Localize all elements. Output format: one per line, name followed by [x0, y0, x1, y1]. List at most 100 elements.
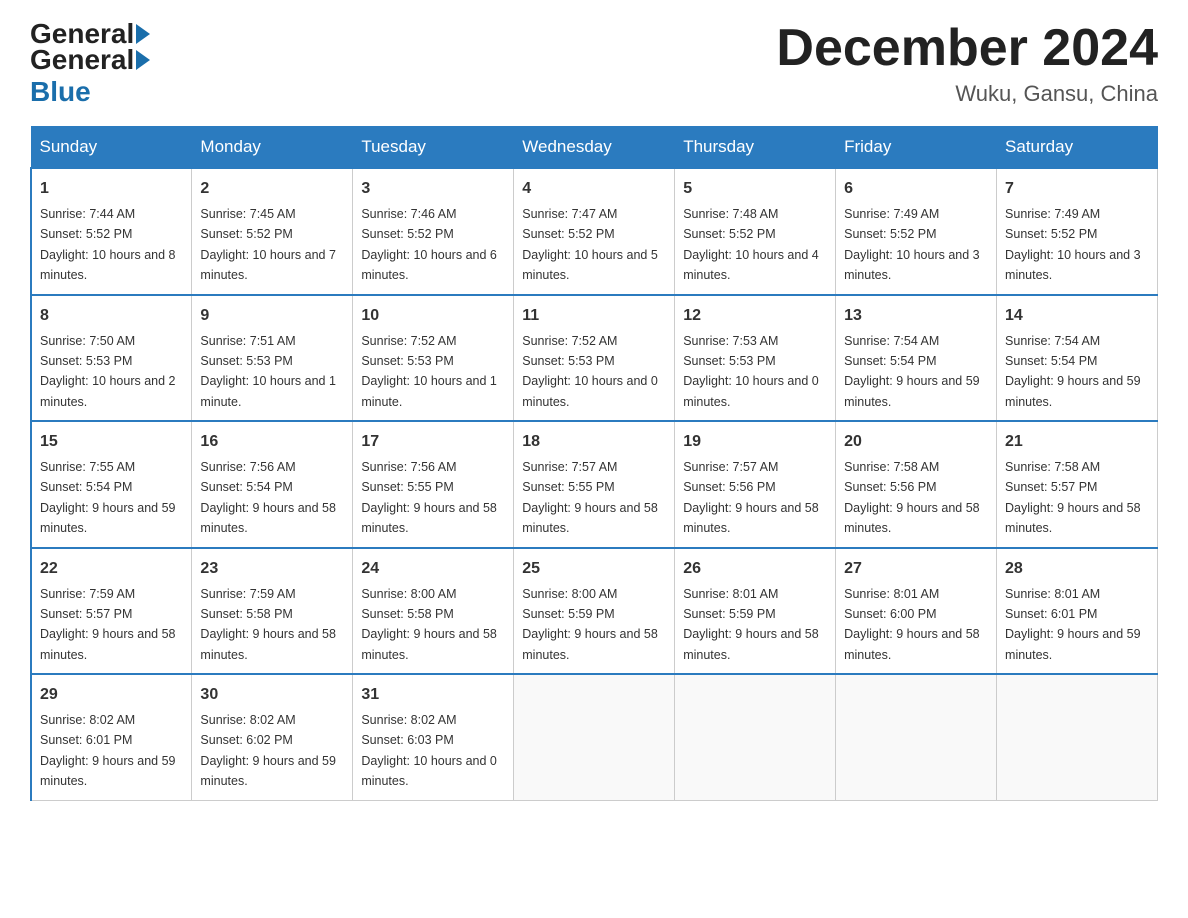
day-info: Sunrise: 7:45 AMSunset: 5:52 PMDaylight:… [200, 207, 336, 282]
day-number: 16 [200, 430, 344, 454]
col-wednesday: Wednesday [514, 127, 675, 169]
table-row: 10 Sunrise: 7:52 AMSunset: 5:53 PMDaylig… [353, 295, 514, 422]
logo-triangle-icon2 [136, 50, 150, 70]
table-row: 15 Sunrise: 7:55 AMSunset: 5:54 PMDaylig… [31, 421, 192, 548]
day-number: 11 [522, 304, 666, 328]
calendar-week-row: 15 Sunrise: 7:55 AMSunset: 5:54 PMDaylig… [31, 421, 1158, 548]
day-number: 12 [683, 304, 827, 328]
day-info: Sunrise: 7:52 AMSunset: 5:53 PMDaylight:… [361, 334, 497, 409]
day-info: Sunrise: 7:58 AMSunset: 5:56 PMDaylight:… [844, 460, 980, 535]
calendar-header-row: Sunday Monday Tuesday Wednesday Thursday… [31, 127, 1158, 169]
col-sunday: Sunday [31, 127, 192, 169]
day-info: Sunrise: 7:59 AMSunset: 5:57 PMDaylight:… [40, 587, 176, 662]
table-row: 16 Sunrise: 7:56 AMSunset: 5:54 PMDaylig… [192, 421, 353, 548]
table-row: 8 Sunrise: 7:50 AMSunset: 5:53 PMDayligh… [31, 295, 192, 422]
table-row: 12 Sunrise: 7:53 AMSunset: 5:53 PMDaylig… [675, 295, 836, 422]
col-tuesday: Tuesday [353, 127, 514, 169]
day-info: Sunrise: 7:57 AMSunset: 5:56 PMDaylight:… [683, 460, 819, 535]
table-row: 19 Sunrise: 7:57 AMSunset: 5:56 PMDaylig… [675, 421, 836, 548]
table-row: 20 Sunrise: 7:58 AMSunset: 5:56 PMDaylig… [836, 421, 997, 548]
table-row: 17 Sunrise: 7:56 AMSunset: 5:55 PMDaylig… [353, 421, 514, 548]
day-number: 6 [844, 177, 988, 201]
day-number: 31 [361, 683, 505, 707]
col-saturday: Saturday [997, 127, 1158, 169]
day-info: Sunrise: 8:01 AMSunset: 5:59 PMDaylight:… [683, 587, 819, 662]
calendar-week-row: 22 Sunrise: 7:59 AMSunset: 5:57 PMDaylig… [31, 548, 1158, 675]
day-number: 8 [40, 304, 183, 328]
day-info: Sunrise: 7:55 AMSunset: 5:54 PMDaylight:… [40, 460, 176, 535]
table-row [514, 674, 675, 800]
table-row: 31 Sunrise: 8:02 AMSunset: 6:03 PMDaylig… [353, 674, 514, 800]
location-title: Wuku, Gansu, China [776, 81, 1158, 107]
day-number: 4 [522, 177, 666, 201]
day-number: 24 [361, 557, 505, 581]
day-info: Sunrise: 7:49 AMSunset: 5:52 PMDaylight:… [844, 207, 980, 282]
day-info: Sunrise: 7:56 AMSunset: 5:55 PMDaylight:… [361, 460, 497, 535]
day-number: 18 [522, 430, 666, 454]
day-info: Sunrise: 8:00 AMSunset: 5:58 PMDaylight:… [361, 587, 497, 662]
logo-triangle-icon [136, 24, 150, 44]
day-info: Sunrise: 7:49 AMSunset: 5:52 PMDaylight:… [1005, 207, 1141, 282]
table-row: 30 Sunrise: 8:02 AMSunset: 6:02 PMDaylig… [192, 674, 353, 800]
day-info: Sunrise: 8:02 AMSunset: 6:01 PMDaylight:… [40, 713, 176, 788]
page-header: General General Blue December 2024 Wuku,… [30, 20, 1158, 108]
day-number: 23 [200, 557, 344, 581]
table-row: 29 Sunrise: 8:02 AMSunset: 6:01 PMDaylig… [31, 674, 192, 800]
table-row: 25 Sunrise: 8:00 AMSunset: 5:59 PMDaylig… [514, 548, 675, 675]
day-number: 29 [40, 683, 183, 707]
day-number: 28 [1005, 557, 1149, 581]
day-info: Sunrise: 7:59 AMSunset: 5:58 PMDaylight:… [200, 587, 336, 662]
day-number: 14 [1005, 304, 1149, 328]
col-thursday: Thursday [675, 127, 836, 169]
day-number: 21 [1005, 430, 1149, 454]
table-row: 6 Sunrise: 7:49 AMSunset: 5:52 PMDayligh… [836, 168, 997, 295]
title-area: December 2024 Wuku, Gansu, China [776, 20, 1158, 107]
table-row: 14 Sunrise: 7:54 AMSunset: 5:54 PMDaylig… [997, 295, 1158, 422]
table-row: 24 Sunrise: 8:00 AMSunset: 5:58 PMDaylig… [353, 548, 514, 675]
table-row: 18 Sunrise: 7:57 AMSunset: 5:55 PMDaylig… [514, 421, 675, 548]
day-info: Sunrise: 7:52 AMSunset: 5:53 PMDaylight:… [522, 334, 658, 409]
col-friday: Friday [836, 127, 997, 169]
day-info: Sunrise: 8:01 AMSunset: 6:01 PMDaylight:… [1005, 587, 1141, 662]
day-info: Sunrise: 7:47 AMSunset: 5:52 PMDaylight:… [522, 207, 658, 282]
table-row [997, 674, 1158, 800]
table-row: 28 Sunrise: 8:01 AMSunset: 6:01 PMDaylig… [997, 548, 1158, 675]
table-row: 7 Sunrise: 7:49 AMSunset: 5:52 PMDayligh… [997, 168, 1158, 295]
table-row: 11 Sunrise: 7:52 AMSunset: 5:53 PMDaylig… [514, 295, 675, 422]
table-row: 9 Sunrise: 7:51 AMSunset: 5:53 PMDayligh… [192, 295, 353, 422]
day-info: Sunrise: 7:53 AMSunset: 5:53 PMDaylight:… [683, 334, 819, 409]
day-info: Sunrise: 7:57 AMSunset: 5:55 PMDaylight:… [522, 460, 658, 535]
day-number: 30 [200, 683, 344, 707]
day-info: Sunrise: 7:56 AMSunset: 5:54 PMDaylight:… [200, 460, 336, 535]
day-info: Sunrise: 7:48 AMSunset: 5:52 PMDaylight:… [683, 207, 819, 282]
day-number: 22 [40, 557, 183, 581]
table-row: 3 Sunrise: 7:46 AMSunset: 5:52 PMDayligh… [353, 168, 514, 295]
day-number: 17 [361, 430, 505, 454]
table-row: 2 Sunrise: 7:45 AMSunset: 5:52 PMDayligh… [192, 168, 353, 295]
day-info: Sunrise: 8:00 AMSunset: 5:59 PMDaylight:… [522, 587, 658, 662]
day-number: 15 [40, 430, 183, 454]
day-number: 5 [683, 177, 827, 201]
calendar-week-row: 1 Sunrise: 7:44 AMSunset: 5:52 PMDayligh… [31, 168, 1158, 295]
calendar-week-row: 29 Sunrise: 8:02 AMSunset: 6:01 PMDaylig… [31, 674, 1158, 800]
day-number: 13 [844, 304, 988, 328]
table-row: 26 Sunrise: 8:01 AMSunset: 5:59 PMDaylig… [675, 548, 836, 675]
day-number: 20 [844, 430, 988, 454]
day-info: Sunrise: 8:01 AMSunset: 6:00 PMDaylight:… [844, 587, 980, 662]
day-number: 2 [200, 177, 344, 201]
day-info: Sunrise: 7:58 AMSunset: 5:57 PMDaylight:… [1005, 460, 1141, 535]
month-title: December 2024 [776, 20, 1158, 77]
table-row: 21 Sunrise: 7:58 AMSunset: 5:57 PMDaylig… [997, 421, 1158, 548]
day-number: 1 [40, 177, 183, 201]
col-monday: Monday [192, 127, 353, 169]
table-row [836, 674, 997, 800]
logo-general-text2: General [30, 44, 134, 76]
table-row: 4 Sunrise: 7:47 AMSunset: 5:52 PMDayligh… [514, 168, 675, 295]
table-row: 27 Sunrise: 8:01 AMSunset: 6:00 PMDaylig… [836, 548, 997, 675]
day-info: Sunrise: 8:02 AMSunset: 6:02 PMDaylight:… [200, 713, 336, 788]
day-number: 10 [361, 304, 505, 328]
day-info: Sunrise: 7:51 AMSunset: 5:53 PMDaylight:… [200, 334, 336, 409]
day-number: 27 [844, 557, 988, 581]
day-number: 25 [522, 557, 666, 581]
day-info: Sunrise: 7:46 AMSunset: 5:52 PMDaylight:… [361, 207, 497, 282]
